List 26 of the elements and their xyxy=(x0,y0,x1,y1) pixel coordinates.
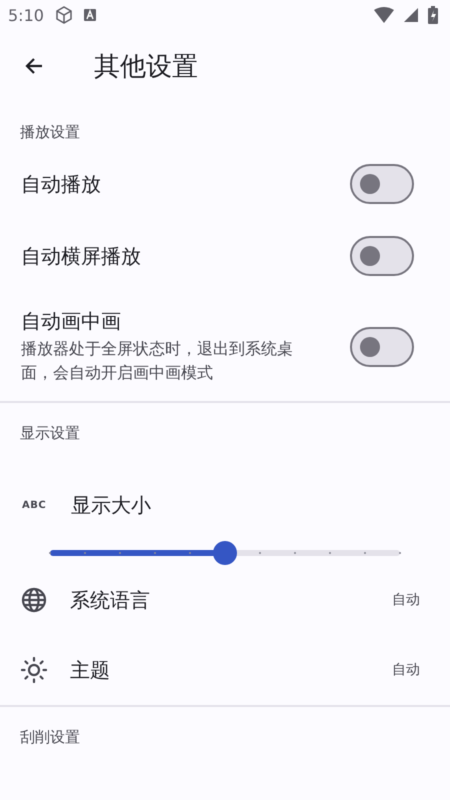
toggle-switch[interactable] xyxy=(350,326,414,366)
setting-value: 自动 xyxy=(392,661,420,679)
cube-icon xyxy=(54,5,74,25)
abc-icon: ABC xyxy=(22,500,48,510)
slider-thumb[interactable] xyxy=(213,541,237,565)
setting-title: 自动播放 xyxy=(21,170,102,198)
wifi-icon xyxy=(374,7,394,23)
page-title: 其他设置 xyxy=(94,50,198,84)
section-header: 播放设置 xyxy=(20,123,80,141)
setting-title: 自动横屏播放 xyxy=(21,242,142,270)
signal-icon xyxy=(404,8,418,22)
setting-title: 自动画中画 xyxy=(21,308,122,335)
status-time: 5:10 xyxy=(8,6,44,24)
setting-title: 显示大小 xyxy=(71,492,151,518)
setting-title: 主题 xyxy=(70,656,111,684)
battery-icon xyxy=(428,6,438,24)
toggle-switch[interactable] xyxy=(350,164,414,204)
setting-value: 自动 xyxy=(392,591,420,609)
section-header: 刮削设置 xyxy=(20,728,80,746)
toggle-switch[interactable] xyxy=(350,236,414,276)
sun-icon xyxy=(21,657,47,683)
notification-icon xyxy=(84,9,96,21)
setting-description: 播放器处于全屏状态时，退出到系统桌面，会自动开启画中画模式 xyxy=(21,338,294,384)
section-header: 显示设置 xyxy=(20,424,80,442)
globe-icon xyxy=(21,587,47,613)
setting-title: 系统语言 xyxy=(70,586,151,614)
